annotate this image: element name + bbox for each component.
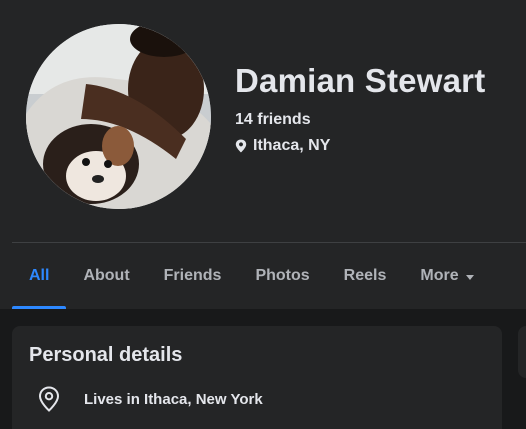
- tab-label: Photos: [255, 267, 310, 284]
- tab-label: About: [83, 267, 130, 284]
- detail-row-lives-in: Lives in Ithaca, New York: [38, 386, 263, 412]
- side-card-edge: [518, 326, 526, 378]
- profile-header: Damian Stewart 14 friends Ithaca, NY All…: [0, 0, 526, 309]
- profile-location: Ithaca, NY: [235, 137, 330, 155]
- tab-photos[interactable]: Photos: [238, 243, 326, 309]
- tab-about[interactable]: About: [66, 243, 146, 309]
- tab-label: Friends: [163, 267, 222, 284]
- tab-label: Reels: [343, 267, 387, 284]
- profile-name: Damian Stewart: [235, 62, 486, 99]
- tab-friends[interactable]: Friends: [147, 243, 239, 309]
- detail-text: Lives in Ithaca, New York: [84, 390, 263, 408]
- personal-details-card: Personal details Lives in Ithaca, New Yo…: [12, 326, 502, 429]
- tab-label: More: [420, 267, 459, 284]
- card-title: Personal details: [29, 344, 183, 366]
- tab-all[interactable]: All: [12, 243, 67, 309]
- location-text: Ithaca, NY: [253, 137, 331, 154]
- profile-tabs: All About Friends Photos Reels More: [12, 243, 526, 309]
- caret-down-icon: [465, 274, 474, 280]
- profile-page: Damian Stewart 14 friends Ithaca, NY All…: [0, 0, 526, 429]
- profile-avatar[interactable]: [26, 24, 211, 209]
- friends-count-link[interactable]: 14 friends: [235, 111, 311, 129]
- location-pin-icon: [235, 139, 247, 153]
- location-pin-icon: [38, 386, 60, 412]
- tab-more[interactable]: More: [403, 243, 490, 309]
- tab-label: All: [29, 267, 50, 284]
- avatar-photo: [26, 24, 211, 209]
- tab-reels[interactable]: Reels: [327, 243, 404, 309]
